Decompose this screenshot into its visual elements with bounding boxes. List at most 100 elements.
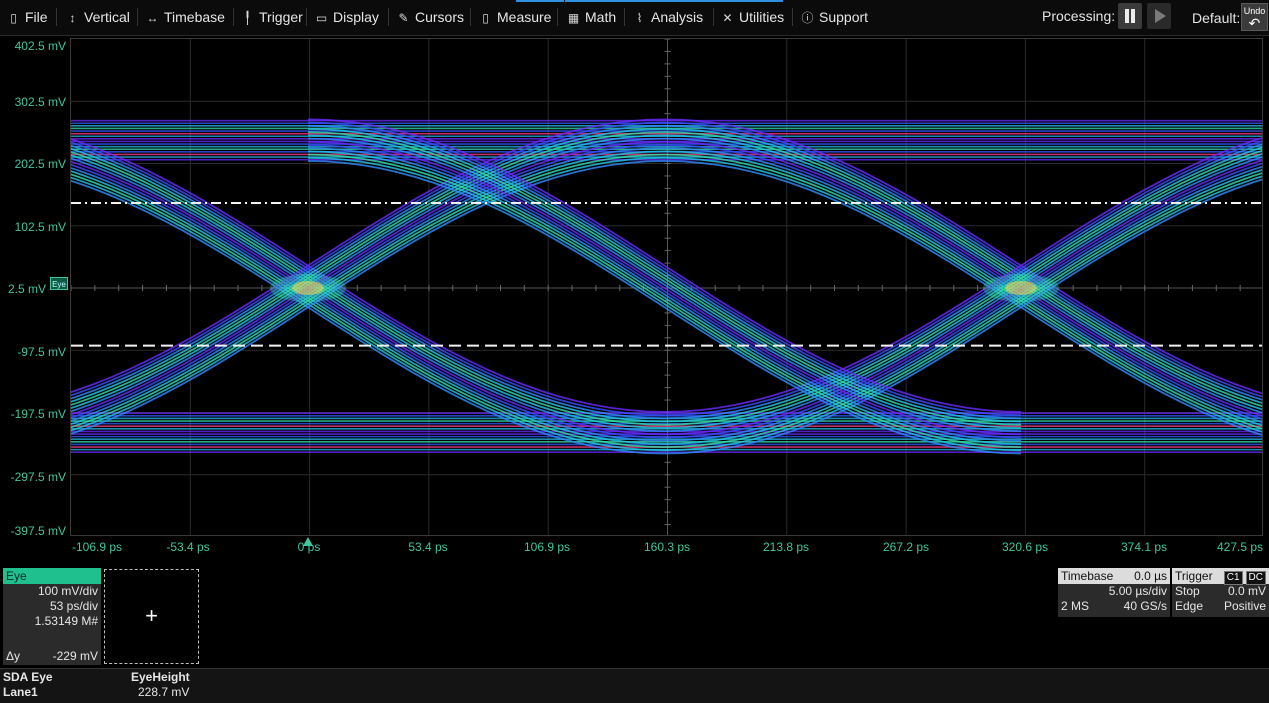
trigger-type: Edge [1175, 599, 1204, 613]
trigger-position-marker[interactable] [303, 537, 313, 546]
menu-separator [713, 8, 714, 26]
menu-analysis[interactable]: ⌇ Analysis [633, 0, 704, 34]
menu-label: Display [333, 9, 379, 25]
menu-bar: ▯ File ↕ Vertical ↔ Timebase ╿ Trigger ▭ Disp… [0, 0, 1269, 36]
eye-transition-rising [664, 156, 1262, 432]
menu-separator [137, 8, 138, 26]
x-tick-label: -106.9 ps [71, 540, 123, 554]
x-tick-label: 267.2 ps [882, 540, 930, 554]
menu-trigger[interactable]: ╿ Trigger [241, 0, 303, 34]
eye-transition-rising [664, 153, 1262, 429]
menu-label: File [25, 9, 48, 25]
x-tick-label: 374.1 ps [1120, 540, 1168, 554]
x-tick-label: 213.8 ps [762, 540, 810, 554]
calculator-icon: ▦ [567, 11, 580, 25]
menu-cursors[interactable]: ✎ Cursors [397, 0, 464, 34]
y-tick-label: -97.5 mV [17, 345, 66, 359]
chart-line-icon: ⌇ [636, 11, 643, 25]
x-tick-label: 427.5 ps [1216, 540, 1264, 554]
x-tick-label: 320.6 ps [1001, 540, 1049, 554]
menu-timebase[interactable]: ↔ Timebase [146, 0, 225, 34]
eye-tdiv: 53 ps/div [49, 599, 98, 613]
channel-marker[interactable]: Eye [50, 277, 68, 290]
eye-crossing-hotspot [1005, 281, 1037, 295]
menu-utilities[interactable]: ✕ Utilities [721, 0, 784, 34]
delta-y-value: -229 mV [52, 649, 98, 663]
eye-diagram-plot[interactable] [70, 38, 1263, 536]
y-tick-label: 302.5 mV [14, 95, 66, 109]
menu-label: Utilities [739, 9, 785, 25]
eye-crossing-hotspot [292, 281, 324, 295]
menu-label: Measure [497, 9, 552, 25]
menu-label: Cursors [415, 9, 465, 25]
timebase-row: 5.00 µs/div [1058, 584, 1170, 599]
eye-count: 1.53149 M# [34, 614, 98, 628]
y-tick-label: -297.5 mV [10, 470, 66, 484]
menu-label: Analysis [651, 9, 704, 25]
eye-vdiv: 100 mV/div [37, 584, 98, 598]
trigger-row: Edge Positive [1172, 599, 1269, 614]
measurement-parameter: EyeHeight [131, 670, 190, 684]
eye-transition-falling [664, 134, 1262, 411]
trigger-row: Stop 0.0 mV [1172, 584, 1269, 599]
eye-transition-falling [664, 144, 1262, 420]
timebase-descriptor[interactable]: Timebase 0.0 µs 5.00 µs/div 2 MS 40 GS/s [1058, 568, 1170, 617]
trigger-descriptor[interactable]: Trigger C1 DC Stop 0.0 mV Edge Positive [1172, 568, 1269, 617]
processing-label: Processing: [1042, 8, 1116, 24]
menu-label: Trigger [259, 9, 303, 25]
timebase-tdiv: 5.00 µs/div [1108, 584, 1167, 598]
trigger-header: Trigger C1 DC [1172, 568, 1269, 585]
eye-panel-title: Eye [3, 568, 101, 584]
pause-button[interactable] [1118, 3, 1142, 29]
menu-math[interactable]: ▦ Math [567, 0, 616, 34]
y-tick-label: 202.5 mV [14, 157, 66, 171]
menu-vertical[interactable]: ↕ Vertical [66, 0, 130, 34]
menu-support[interactable]: ⓘ Support [801, 0, 868, 34]
trigger-icon: ╿ [243, 11, 252, 25]
eye-delta-y: Δy -229 mV [6, 649, 98, 663]
trigger-level: 0.0 mV [1227, 584, 1266, 598]
undo-button[interactable]: Undo ↶ [1241, 3, 1268, 31]
menu-file[interactable]: ▯ File [7, 0, 48, 34]
menu-separator [306, 8, 307, 26]
eye-transition-falling [664, 137, 1262, 414]
file-icon: ▯ [10, 11, 17, 25]
measurement-source-lane: Lane1 [3, 685, 38, 699]
play-button[interactable] [1147, 3, 1171, 29]
eye-transition-rising [664, 162, 1262, 439]
add-trace-button[interactable]: + [104, 569, 199, 664]
delta-y-label: Δy [6, 649, 21, 663]
menu-display[interactable]: ▭ Display [315, 0, 379, 34]
vertical-arrows-icon: ↕ [69, 11, 76, 25]
menu-separator [557, 8, 558, 26]
y-tick-label: 2.5 mV [7, 282, 46, 296]
x-tick-label: 160.3 ps [643, 540, 691, 554]
menu-measure[interactable]: ▯ Measure [479, 0, 551, 34]
y-tick-label: -197.5 mV [10, 407, 66, 421]
timebase-header: Timebase 0.0 µs [1058, 568, 1170, 584]
menu-label: Math [585, 9, 617, 25]
timebase-offset: 0.0 µs [1134, 569, 1167, 583]
trigger-coupling-badge: DC [1245, 571, 1266, 585]
y-tick-label: -397.5 mV [10, 524, 66, 538]
menu-separator [624, 8, 625, 26]
eye-transition-rising [664, 165, 1262, 442]
horizontal-arrows-icon: ↔ [146, 11, 159, 25]
eye-trace-descriptor[interactable]: Eye 100 mV/div 53 ps/div 1.53149 M# Δy -… [3, 568, 101, 665]
eye-diagram-canvas [71, 39, 1262, 535]
timebase-title: Timebase [1061, 569, 1114, 583]
measurement-value: 228.7 mV [138, 685, 190, 699]
trigger-slope: Positive [1223, 599, 1266, 613]
eye-transition-falling [307, 134, 1022, 429]
timebase-rate: 40 GS/s [1123, 599, 1167, 613]
menu-label: Vertical [84, 9, 130, 25]
trigger-title: Trigger [1175, 569, 1213, 583]
menu-separator [388, 8, 389, 26]
menu-label: Support [819, 9, 869, 25]
trigger-mode: Stop [1175, 584, 1200, 598]
timebase-samples: 2 MS [1061, 599, 1090, 613]
y-tick-label: 102.5 mV [14, 220, 66, 234]
menu-separator [470, 8, 471, 26]
display-icon: ▭ [315, 11, 328, 25]
measurement-bar[interactable]: SDA Eye Lane1 EyeHeight 228.7 mV [0, 668, 1269, 703]
